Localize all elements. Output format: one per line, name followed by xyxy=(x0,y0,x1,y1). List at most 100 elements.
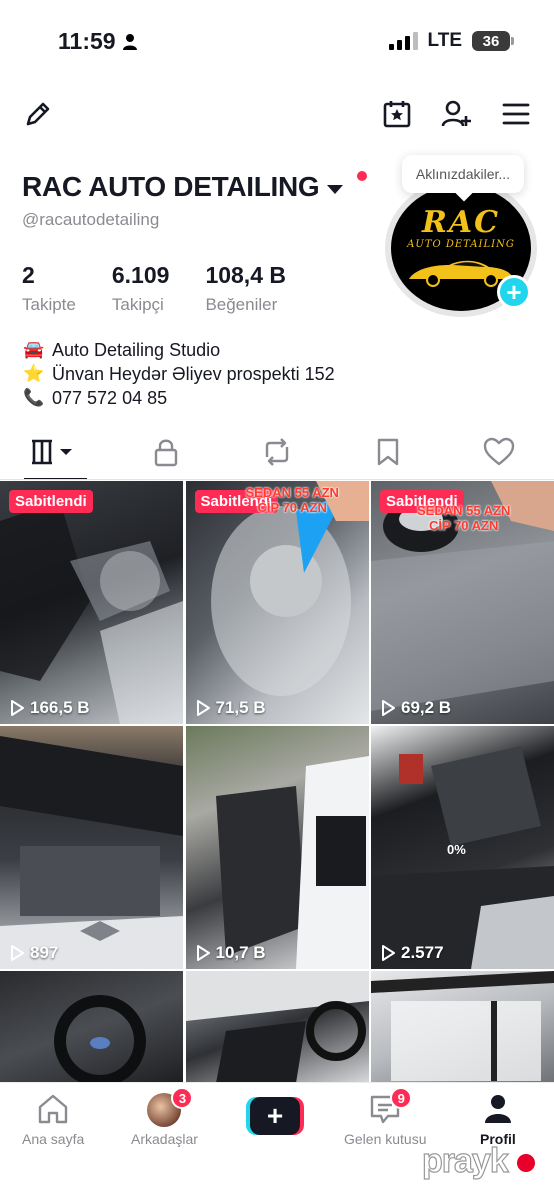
plus-icon: + xyxy=(246,1097,304,1135)
nav-label: Arkadaşlar xyxy=(131,1131,198,1147)
battery-icon: 36 xyxy=(472,31,514,51)
stat-likes[interactable]: 108,4 B Beğeniler xyxy=(205,262,286,315)
nav-label: Ana sayfa xyxy=(22,1131,85,1147)
view-count: 897 xyxy=(10,943,58,963)
chevron-down-icon xyxy=(327,184,344,194)
repost-icon xyxy=(265,438,289,466)
video-tile[interactable]: 0% 2.577 xyxy=(371,726,554,969)
stat-label: Takipçi xyxy=(111,295,164,314)
view-count: 166,5 B xyxy=(10,698,90,718)
nav-inbox[interactable]: 9 Gelen kutusu xyxy=(344,1087,427,1147)
play-icon xyxy=(382,700,395,716)
stat-number: 108,4 B xyxy=(205,262,286,288)
calendar-star-icon[interactable] xyxy=(381,98,413,130)
bio-text: Ünvan Heydər Əliyev prospekti 152 xyxy=(52,364,335,384)
friends-avatar: 3 xyxy=(147,1087,194,1127)
view-count: 10,7 B xyxy=(196,943,266,963)
video-tile[interactable]: 897 xyxy=(0,726,183,969)
play-icon xyxy=(196,700,210,716)
star-emoji-icon: ⭐ xyxy=(23,364,45,384)
video-overlay-text: 0% xyxy=(447,842,466,857)
bookmark-icon xyxy=(377,438,398,466)
phone-emoji-icon: 📞 xyxy=(23,388,45,408)
view-count: 71,5 B xyxy=(196,698,266,718)
video-thumbnail xyxy=(371,971,554,1081)
edit-pencil-icon[interactable] xyxy=(22,98,54,130)
add-friend-icon[interactable] xyxy=(440,98,472,130)
video-tile[interactable] xyxy=(0,971,183,1083)
video-tile[interactable]: Sabitlendi SEDAN 55 AZN CİP 70 AZN 71,5 … xyxy=(185,481,369,724)
video-thumbnail xyxy=(54,995,146,1083)
tab-liked[interactable] xyxy=(443,424,554,480)
profile-name: RAC AUTO DETAILING xyxy=(22,171,320,202)
view-count-text: 166,5 B xyxy=(30,698,90,717)
nav-profile[interactable]: Profil xyxy=(480,1093,516,1147)
video-thumbnail xyxy=(210,481,369,696)
play-icon xyxy=(11,700,24,716)
status-indicators: LTE 36 xyxy=(388,30,514,52)
profile-icon xyxy=(484,1095,511,1123)
bio-text[interactable]: 077 572 04 85 xyxy=(52,386,167,410)
network-label: LTE xyxy=(427,30,462,51)
avatar-logo: RAC xyxy=(421,205,501,240)
tab-reposts[interactable] xyxy=(222,424,333,480)
stat-label: Beğeniler xyxy=(205,295,278,314)
friends-badge: 3 xyxy=(171,1087,194,1109)
stat-number: 6.109 xyxy=(111,262,170,288)
lock-icon xyxy=(154,439,178,467)
avatar-logo-sub: AUTO DETAILING xyxy=(407,239,515,250)
bio-line: 🚘 Auto Detailing Studio xyxy=(22,338,335,362)
nav-label: Gelen kutusu xyxy=(344,1131,427,1147)
video-thumbnail xyxy=(185,971,369,1083)
video-thumbnail xyxy=(0,736,183,969)
tabs-divider xyxy=(0,479,554,480)
profile-name-switcher[interactable]: RAC AUTO DETAILING xyxy=(22,171,344,203)
watermark-dot xyxy=(517,1154,535,1172)
video-overlay-text: SEDAN 55 AZN CİP 70 AZN xyxy=(417,503,511,533)
profile-stats: 2 Takipte 6.109 Takipçi 108,4 B Beğenile… xyxy=(22,262,286,315)
nav-home[interactable]: Ana sayfa xyxy=(22,1093,84,1147)
profile-bio: 🚘 Auto Detailing Studio ⭐ Ünvan Heydər Ə… xyxy=(22,338,335,410)
inbox-badge: 9 xyxy=(390,1087,413,1109)
status-time: 11:59 xyxy=(58,28,138,55)
bio-line: 📞 077 572 04 85 xyxy=(22,386,335,410)
stat-followers[interactable]: 6.109 Takipçi xyxy=(112,262,170,315)
video-tile[interactable]: Sabitlendi 166,5 B xyxy=(0,481,183,724)
view-count-text: 71,5 B xyxy=(215,698,266,717)
add-story-plus-icon[interactable]: + xyxy=(497,275,531,309)
tab-saved[interactable] xyxy=(332,424,443,480)
play-icon xyxy=(382,945,395,961)
tab-videos[interactable] xyxy=(0,424,111,480)
video-tile[interactable] xyxy=(371,971,554,1083)
grid-icon xyxy=(32,439,73,465)
signal-icon xyxy=(388,32,418,50)
create-button[interactable]: + xyxy=(246,1097,304,1135)
video-grid: Sabitlendi 166,5 B Sabitlendi SEDAN 55 A… xyxy=(0,481,554,1083)
inbox-icon-wrap: 9 xyxy=(368,1087,413,1125)
time-text: 11:59 xyxy=(58,28,116,54)
person-icon xyxy=(122,33,137,50)
stat-number: 2 xyxy=(22,262,35,288)
video-tile[interactable]: 10,7 B xyxy=(185,726,369,969)
bio-text: Auto Detailing Studio xyxy=(52,340,221,360)
tab-private[interactable] xyxy=(111,424,222,480)
video-tile[interactable]: Sabitlendi SEDAN 55 AZN CİP 70 AZN 69,2 … xyxy=(371,481,554,724)
profile-tabs xyxy=(0,424,554,480)
nav-friends[interactable]: 3 Arkadaşlar xyxy=(131,1087,198,1147)
view-count-text: 10,7 B xyxy=(215,943,266,962)
bottom-nav: Ana sayfa 3 Arkadaşlar + 9 Gelen kutusu … xyxy=(0,1082,554,1200)
video-tile[interactable] xyxy=(185,971,369,1083)
notification-dot xyxy=(357,171,367,181)
stat-following[interactable]: 2 Takipte xyxy=(22,262,76,315)
video-thumbnail xyxy=(0,501,183,724)
view-count-text: 2.577 xyxy=(401,943,444,962)
bio-line: ⭐ Ünvan Heydər Əliyev prospekti 152 xyxy=(22,362,335,386)
stat-label: Takipte xyxy=(22,295,76,314)
home-icon xyxy=(38,1094,68,1124)
thoughts-bubble[interactable]: Aklınızdakiler... xyxy=(402,155,524,193)
car-emoji-icon: 🚘 xyxy=(23,340,45,360)
view-count-text: 897 xyxy=(30,943,59,962)
menu-icon[interactable] xyxy=(500,98,532,130)
play-icon xyxy=(11,945,24,961)
video-thumbnail xyxy=(215,756,369,969)
